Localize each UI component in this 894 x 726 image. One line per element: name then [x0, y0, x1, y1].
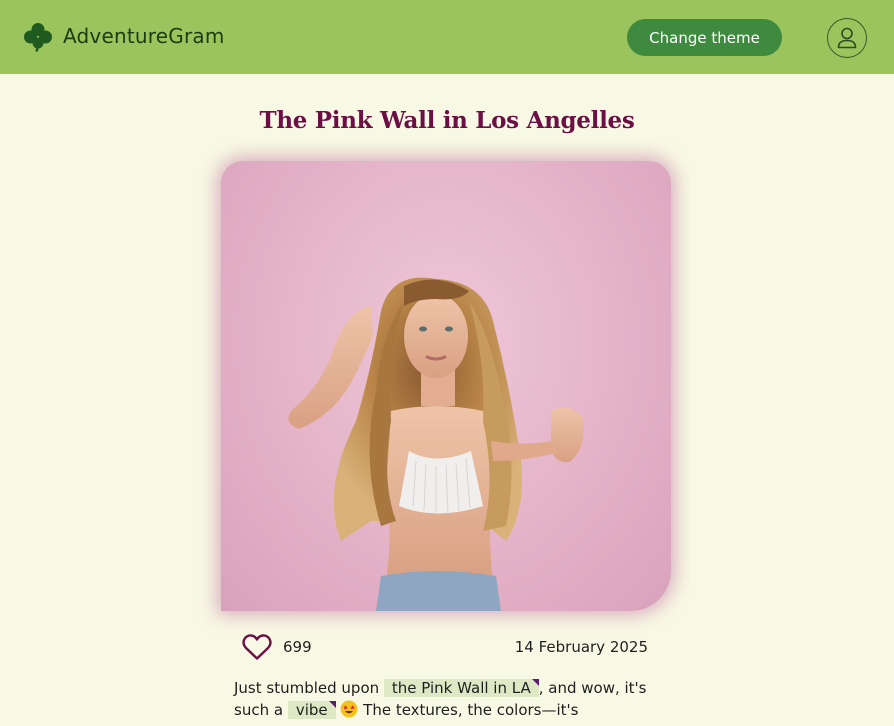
post-text-segment: The textures, the colors—it's	[358, 701, 579, 719]
brand-name[interactable]: AdventureGram	[63, 24, 225, 48]
profile-button[interactable]	[827, 18, 867, 58]
like-button[interactable]	[242, 633, 272, 661]
post-title: The Pink Wall in Los Angelles	[259, 107, 635, 134]
star-struck-emoji	[340, 700, 358, 718]
clover-icon	[24, 23, 52, 52]
post-photo[interactable]	[221, 161, 671, 611]
heart-outline-icon	[242, 634, 272, 660]
hashtag-link[interactable]: vibe	[287, 701, 336, 719]
hashtag-link[interactable]: the Pink Wall in LA	[383, 679, 539, 697]
post-date: 14 February 2025	[514, 638, 648, 656]
change-theme-button[interactable]: Change theme	[627, 19, 782, 56]
top-bar: AdventureGram Change theme	[0, 0, 894, 74]
post-body: Just stumbled upon the Pink Wall in LA, …	[234, 677, 664, 721]
like-count: 699	[283, 638, 312, 656]
post-photo-illustration	[288, 277, 584, 611]
user-icon	[837, 27, 857, 49]
post-text-segment: Just stumbled upon	[234, 679, 384, 697]
